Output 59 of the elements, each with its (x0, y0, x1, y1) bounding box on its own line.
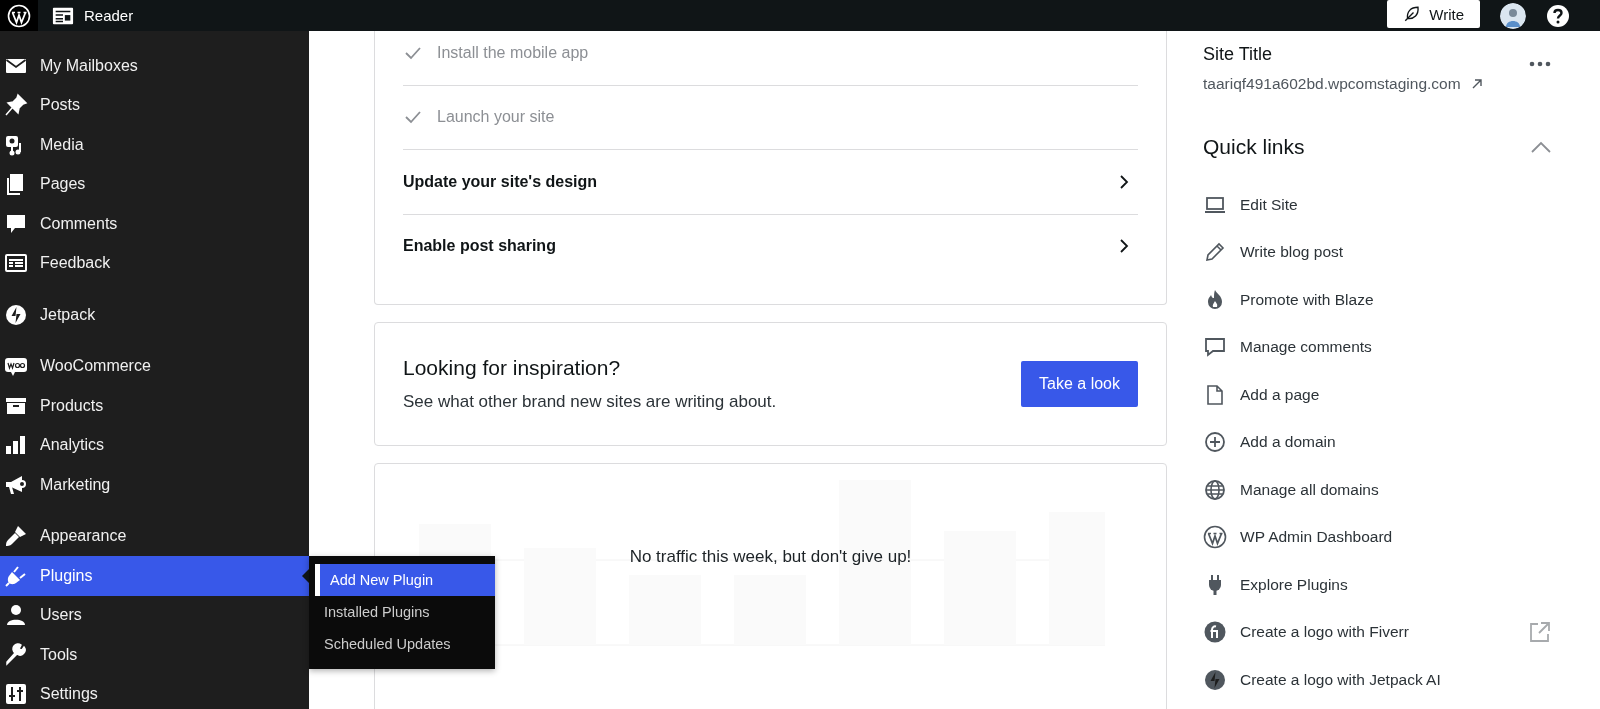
sidebar-item[interactable]: Marketing (0, 465, 309, 505)
reader-button[interactable]: Reader (52, 4, 134, 27)
chevron-up-icon[interactable] (1530, 140, 1552, 154)
checklist-item[interactable]: Update your site's design (403, 150, 1138, 215)
wordpress-logo[interactable] (0, 0, 38, 31)
sidebar-item[interactable]: Comments (0, 204, 309, 244)
site-url-link[interactable]: taariqf491a602bd.wpcomstaging.com (1203, 75, 1461, 93)
wordpress-icon (1203, 525, 1227, 550)
help-icon[interactable] (1546, 3, 1570, 28)
submenu-item[interactable]: Scheduled Updates (309, 628, 495, 660)
arrow-up-right-icon[interactable] (1470, 78, 1483, 90)
fiverr-icon (1203, 620, 1227, 645)
card-title: Looking for inspiration? (403, 356, 622, 380)
avatar-icon[interactable] (1500, 2, 1526, 29)
quick-link[interactable]: Promote with Blaze (1240, 290, 1552, 309)
quick-link[interactable]: Edit Site (1240, 195, 1552, 214)
user-icon (4, 603, 28, 628)
write-button[interactable]: Write (1387, 0, 1480, 28)
quick-link[interactable]: Explore Plugins (1240, 575, 1552, 594)
wrench-icon (4, 642, 28, 667)
sidebar-item[interactable]: Feedback (0, 243, 309, 283)
no-traffic-message: No traffic this week, but don't give up! (629, 547, 912, 567)
submenu-item[interactable]: Add New Plugin (315, 564, 495, 596)
sidebar-item[interactable]: Posts (0, 85, 309, 125)
quick-link[interactable]: WP Admin Dashboard (1240, 528, 1552, 547)
sidebar-item[interactable]: Analytics (0, 425, 309, 465)
quick-link[interactable]: Write blog post (1240, 243, 1552, 262)
sidebar-item[interactable]: Appearance (0, 516, 309, 556)
sidebar-item[interactable]: Tools (0, 635, 309, 675)
checklist-item[interactable]: Enable post sharing (403, 214, 1138, 278)
more-options-icon[interactable] (1528, 60, 1552, 68)
sidebar-item[interactable]: Plugins (0, 556, 309, 596)
quick-link[interactable]: Add a domain (1240, 433, 1552, 452)
submenu-item[interactable]: Installed Plugins (309, 596, 495, 628)
sidebar-item[interactable]: WooCommerce (0, 346, 309, 386)
quick-links-title: Quick links (1203, 135, 1305, 159)
plus-circle-icon (1203, 430, 1227, 455)
sidebar-item[interactable]: Settings (0, 674, 309, 709)
brush-icon (4, 524, 28, 549)
quick-link[interactable]: Manage comments (1240, 338, 1552, 357)
take-a-look-button[interactable]: Take a look (1021, 361, 1138, 407)
card-text: See what other brand new sites are writing about. (403, 392, 777, 412)
quick-link[interactable]: Create a logo with Jetpack AI (1240, 670, 1552, 689)
feather-icon (1403, 5, 1422, 23)
quick-link[interactable]: Add a page (1240, 385, 1552, 404)
bolt-icon (4, 302, 28, 327)
sidebar-item[interactable]: Media (0, 125, 309, 165)
comment-icon (1203, 335, 1227, 360)
sidebar-item[interactable]: Pages (0, 164, 309, 204)
sidebar-item[interactable]: Products (0, 386, 309, 426)
sidebar-item[interactable]: My Mailboxes (0, 46, 309, 86)
site-title: Site Title (1203, 44, 1273, 65)
quick-link[interactable]: Create a logo with Fiverr (1240, 623, 1528, 642)
sidebar-item[interactable]: Jetpack (0, 295, 309, 335)
bolt-icon (1203, 667, 1227, 692)
sidebar-item[interactable]: Users (0, 595, 309, 635)
globe-icon (1203, 477, 1227, 502)
quick-link[interactable]: Manage all domains (1240, 480, 1552, 499)
pin-icon (4, 93, 28, 118)
